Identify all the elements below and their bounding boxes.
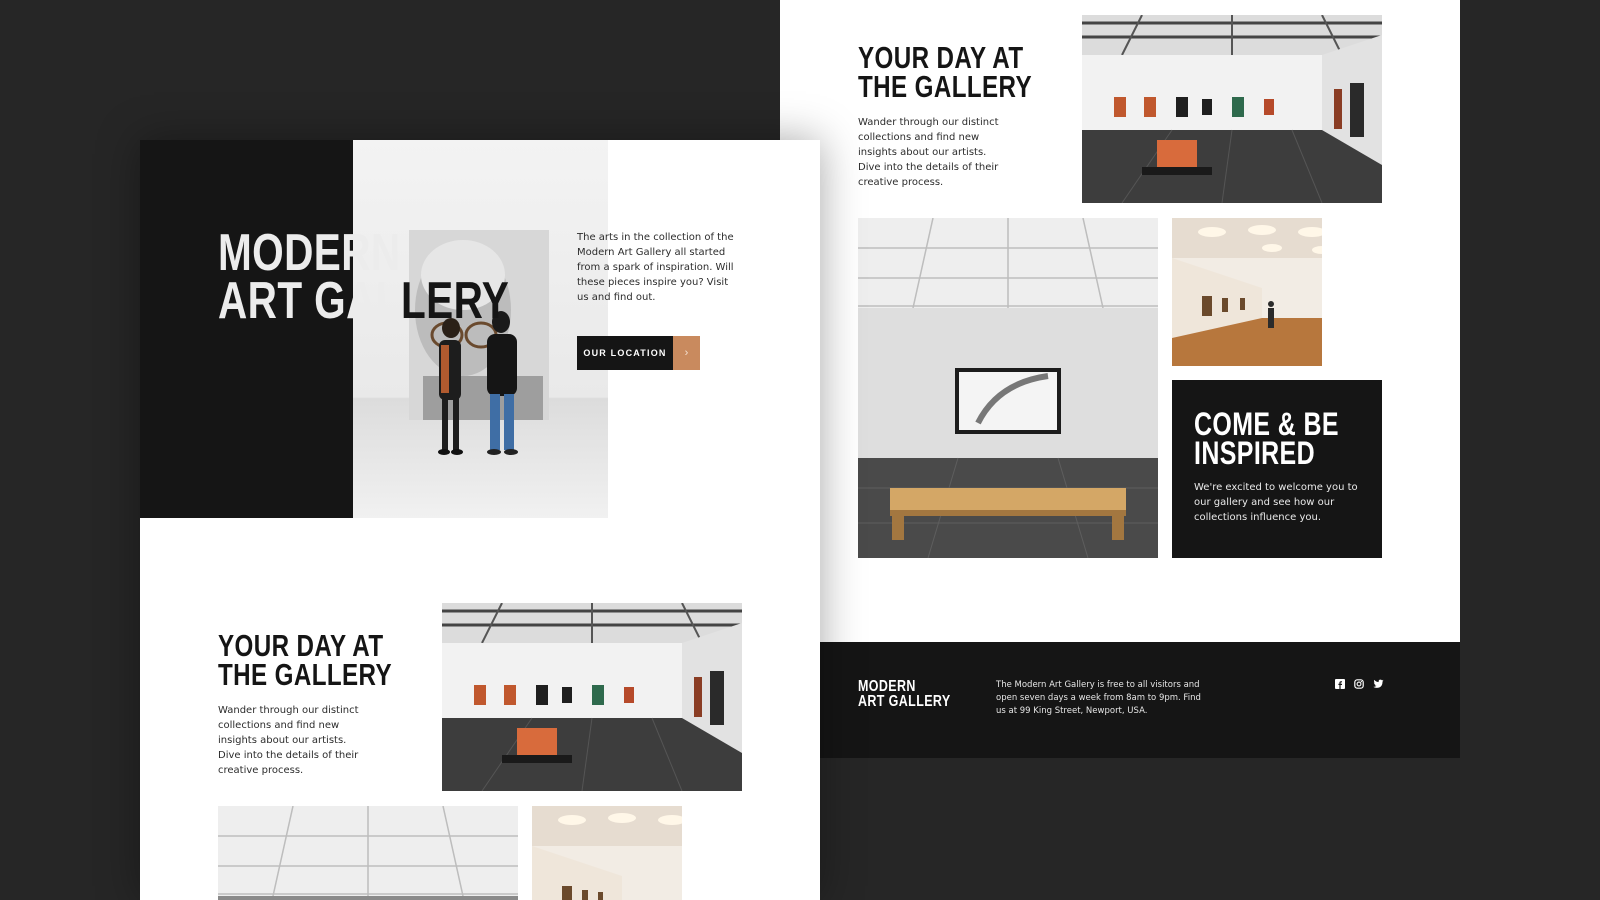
section-text: Wander through our distinct collections … xyxy=(858,117,999,188)
section-title: YOUR DAY AT THE GALLERY xyxy=(218,628,393,692)
instagram-icon[interactable] xyxy=(1353,678,1365,690)
our-location-button[interactable]: OUR LOCATION › xyxy=(577,336,700,370)
corridor-photo xyxy=(532,806,742,900)
hero-title: MODERN ART GALLERY xyxy=(218,227,509,327)
promo-title: COME & BE INSPIRED xyxy=(1194,406,1339,472)
footer-text: The Modern Art Gallery is free to all vi… xyxy=(996,680,1201,716)
gallery-page-preview-left: MODERN ART GALLERY The arts in the colle… xyxy=(140,140,820,900)
twitter-icon[interactable] xyxy=(1372,678,1384,690)
exhibition-hall-photo xyxy=(442,603,742,791)
section-text: Wander through our distinct collections … xyxy=(218,705,359,776)
chevron-right-icon: › xyxy=(673,336,700,370)
section-title: YOUR DAY AT THE GALLERY xyxy=(858,40,1033,104)
our-location-label: OUR LOCATION xyxy=(577,336,673,370)
hero-title-line2-light: ART GAL xyxy=(218,271,401,330)
bench-room-photo xyxy=(858,218,1158,558)
promo-text: We're excited to welcome you to our gall… xyxy=(1194,482,1358,523)
footer-brand: MODERN ART GALLERY xyxy=(858,678,951,710)
exhibition-hall-photo xyxy=(1082,15,1382,203)
hero-title-line2-dark: LERY xyxy=(400,271,510,330)
bench-room-photo xyxy=(218,806,518,900)
social-links xyxy=(1334,678,1384,690)
footer: MODERN ART GALLERY The Modern Art Galler… xyxy=(820,642,1460,758)
hero-intro: The arts in the collection of the Modern… xyxy=(577,232,734,303)
gallery-page-preview-right: YOUR DAY AT THE GALLERY Wander through o… xyxy=(780,0,1460,758)
corridor-photo xyxy=(1172,218,1382,366)
promo-box: COME & BE INSPIRED We're excited to welc… xyxy=(1172,380,1382,558)
facebook-icon[interactable] xyxy=(1334,678,1346,690)
